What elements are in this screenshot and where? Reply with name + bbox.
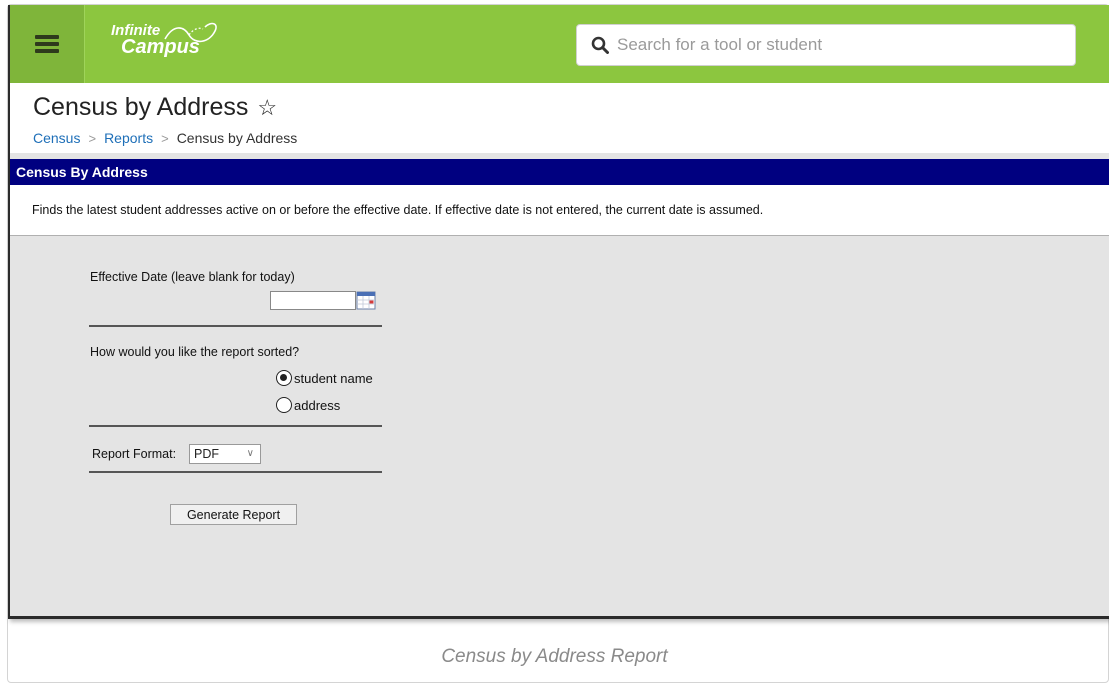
effective-date-label: Effective Date (leave blank for today) bbox=[90, 270, 295, 284]
infinite-campus-logo[interactable]: Infinite Campus bbox=[111, 22, 217, 57]
report-format-label: Report Format: bbox=[92, 447, 177, 461]
sort-option-label: address bbox=[294, 397, 341, 413]
chevron-right-icon: > bbox=[161, 130, 169, 146]
breadcrumb-current: Census by Address bbox=[176, 130, 298, 146]
divider bbox=[89, 471, 382, 473]
radio-selected-icon bbox=[276, 370, 292, 386]
description-text: Finds the latest student addresses activ… bbox=[32, 203, 764, 217]
search-icon bbox=[591, 36, 609, 54]
generate-report-button[interactable]: Generate Report bbox=[170, 504, 297, 525]
figure-caption: Census by Address Report bbox=[441, 646, 668, 667]
chevron-right-icon: > bbox=[88, 130, 97, 146]
search-input[interactable] bbox=[617, 35, 1057, 55]
divider bbox=[89, 325, 382, 327]
calendar-icon[interactable] bbox=[356, 291, 376, 310]
page-title: Census by Address bbox=[33, 93, 249, 121]
favorite-star-icon[interactable]: ☆ bbox=[257, 95, 277, 121]
page-title-row: Census by Address ☆ bbox=[33, 93, 277, 122]
radio-unselected-icon bbox=[276, 397, 292, 413]
report-form: Effective Date (leave blank for today) H… bbox=[10, 236, 1109, 616]
panel-title: Census By Address bbox=[10, 159, 1109, 185]
search-box[interactable] bbox=[576, 24, 1076, 66]
report-format-select[interactable]: PDF ∨ bbox=[189, 444, 261, 464]
hamburger-icon bbox=[35, 35, 59, 53]
breadcrumb-reports[interactable]: Reports bbox=[104, 130, 153, 146]
report-format-value: PDF bbox=[194, 447, 219, 461]
panel-description: Finds the latest student addresses activ… bbox=[10, 185, 1109, 236]
sort-question: How would you like the report sorted? bbox=[90, 345, 300, 359]
page-header: Census by Address ☆ Census > Reports > C… bbox=[10, 83, 1109, 153]
sort-option-label: student name bbox=[294, 370, 373, 386]
divider bbox=[89, 425, 382, 427]
breadcrumb-census[interactable]: Census bbox=[33, 130, 80, 146]
menu-button[interactable] bbox=[10, 5, 85, 83]
sort-address-radio[interactable]: address bbox=[276, 397, 340, 413]
screenshot: Infinite Campus Census by Address ☆ Cens… bbox=[8, 5, 1109, 619]
breadcrumb: Census > Reports > Census by Address bbox=[33, 130, 297, 146]
chevron-down-icon: ∨ bbox=[246, 448, 254, 459]
infinity-swirl-icon bbox=[164, 22, 217, 43]
sort-student-name-radio[interactable]: student name bbox=[276, 370, 373, 386]
effective-date-input[interactable] bbox=[270, 291, 356, 310]
top-bar: Infinite Campus bbox=[10, 5, 1109, 83]
